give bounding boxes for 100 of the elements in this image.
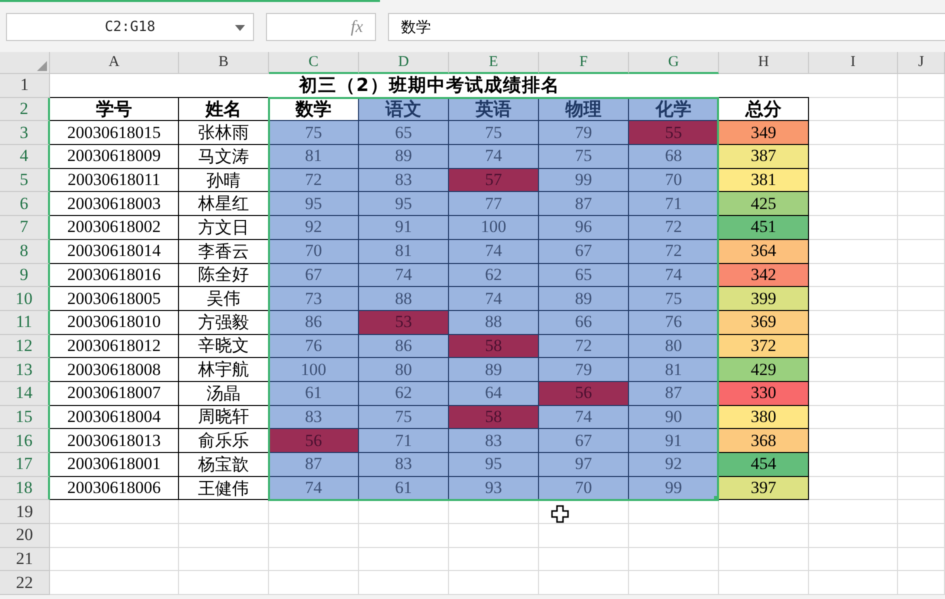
empty-cell[interactable] [539, 571, 629, 596]
empty-cell[interactable] [898, 571, 945, 596]
select-all-corner[interactable] [0, 52, 50, 74]
column-header[interactable]: C [269, 52, 359, 74]
empty-cell[interactable] [629, 571, 719, 596]
row-header[interactable]: 10 [0, 287, 50, 311]
column-header[interactable]: J [898, 52, 945, 74]
empty-cell[interactable] [898, 216, 945, 240]
column-header[interactable]: H [719, 52, 809, 74]
empty-cell[interactable] [898, 429, 945, 453]
row-header[interactable]: 6 [0, 192, 50, 216]
empty-cell[interactable] [539, 548, 629, 572]
empty-cell[interactable] [269, 571, 359, 596]
row-header[interactable]: 20 [0, 524, 50, 548]
empty-cell[interactable] [809, 548, 898, 572]
empty-cell[interactable] [898, 453, 945, 477]
empty-cell[interactable] [898, 358, 945, 382]
empty-cell[interactable] [629, 524, 719, 548]
empty-cell[interactable] [898, 548, 945, 572]
column-header[interactable]: B [179, 52, 269, 74]
row-header[interactable]: 7 [0, 216, 50, 240]
empty-cell[interactable] [898, 524, 945, 548]
empty-cell[interactable] [629, 500, 719, 524]
row-header[interactable]: 15 [0, 406, 50, 430]
empty-cell[interactable] [809, 571, 898, 596]
empty-cell[interactable] [898, 98, 945, 122]
row-header[interactable]: 19 [0, 500, 50, 524]
empty-cell[interactable] [898, 406, 945, 430]
column-header[interactable]: A [50, 52, 179, 74]
empty-cell[interactable] [719, 524, 809, 548]
row-header[interactable]: 4 [0, 145, 50, 169]
empty-cell[interactable] [898, 168, 945, 192]
empty-cell[interactable] [898, 121, 945, 146]
row-header[interactable]: 13 [0, 358, 50, 382]
row-header[interactable]: 12 [0, 334, 50, 358]
empty-cell[interactable] [898, 192, 945, 216]
table-cell: 20030618016 [50, 264, 179, 288]
empty-cell[interactable] [719, 548, 809, 572]
row-header[interactable]: 9 [0, 264, 50, 288]
empty-cell[interactable] [719, 500, 809, 524]
empty-cell[interactable] [449, 548, 539, 572]
empty-cell[interactable] [269, 548, 359, 572]
row-header[interactable]: 16 [0, 429, 50, 453]
row-header[interactable]: 5 [0, 168, 50, 192]
empty-cell[interactable] [898, 476, 945, 500]
row-header[interactable]: 17 [0, 453, 50, 477]
column-header[interactable]: D [359, 52, 449, 74]
empty-cell[interactable] [719, 571, 809, 596]
empty-cell[interactable] [898, 264, 945, 288]
empty-cell[interactable] [179, 548, 269, 572]
formula-field[interactable]: 数学 [388, 13, 945, 41]
row-header[interactable]: 14 [0, 382, 50, 406]
row-header[interactable]: 22 [0, 571, 50, 596]
empty-cell[interactable] [809, 524, 898, 548]
empty-cell[interactable] [449, 500, 539, 524]
empty-cell[interactable] [809, 500, 898, 524]
empty-cell[interactable] [359, 524, 449, 548]
empty-cell[interactable] [898, 382, 945, 406]
empty-cell[interactable] [898, 287, 945, 311]
score-cell: 62 [449, 264, 539, 288]
empty-cell[interactable] [898, 74, 945, 98]
empty-cell[interactable] [449, 571, 539, 596]
empty-cell[interactable] [359, 571, 449, 596]
score-cell: 74 [539, 406, 629, 430]
row-header[interactable]: 18 [0, 476, 50, 500]
empty-cell[interactable] [359, 548, 449, 572]
row-header[interactable]: 3 [0, 121, 50, 146]
table-cell: 20030618005 [50, 287, 179, 311]
score-cell: 81 [629, 358, 719, 382]
score-cell: 91 [359, 216, 449, 240]
column-header[interactable]: G [629, 52, 719, 74]
column-header[interactable]: F [539, 52, 629, 74]
empty-cell[interactable] [898, 240, 945, 264]
empty-cell[interactable] [629, 548, 719, 572]
empty-cell[interactable] [449, 524, 539, 548]
empty-cell[interactable] [269, 500, 359, 524]
empty-cell[interactable] [179, 500, 269, 524]
column-header[interactable]: I [809, 52, 898, 74]
empty-cell[interactable] [898, 334, 945, 358]
score-cell: 70 [269, 240, 359, 264]
empty-cell[interactable] [898, 500, 945, 524]
empty-cell[interactable] [898, 310, 945, 335]
empty-cell[interactable] [179, 524, 269, 548]
empty-cell[interactable] [898, 145, 945, 169]
name-box[interactable]: C2:G18 [6, 13, 254, 41]
empty-cell[interactable] [539, 524, 629, 548]
score-cell: 99 [539, 168, 629, 192]
caret-icon[interactable] [235, 25, 245, 31]
empty-cell[interactable] [809, 74, 898, 98]
empty-cell[interactable] [269, 524, 359, 548]
empty-cell[interactable] [179, 571, 269, 596]
row-header[interactable]: 21 [0, 548, 50, 572]
row-header[interactable]: 11 [0, 310, 50, 335]
total-cell: 397 [719, 476, 809, 500]
row-header[interactable]: 1 [0, 74, 50, 98]
row-header[interactable]: 8 [0, 240, 50, 264]
row-header[interactable]: 2 [0, 98, 50, 122]
empty-cell[interactable] [359, 500, 449, 524]
column-header[interactable]: E [449, 52, 539, 74]
function-button[interactable]: fx [266, 13, 376, 41]
